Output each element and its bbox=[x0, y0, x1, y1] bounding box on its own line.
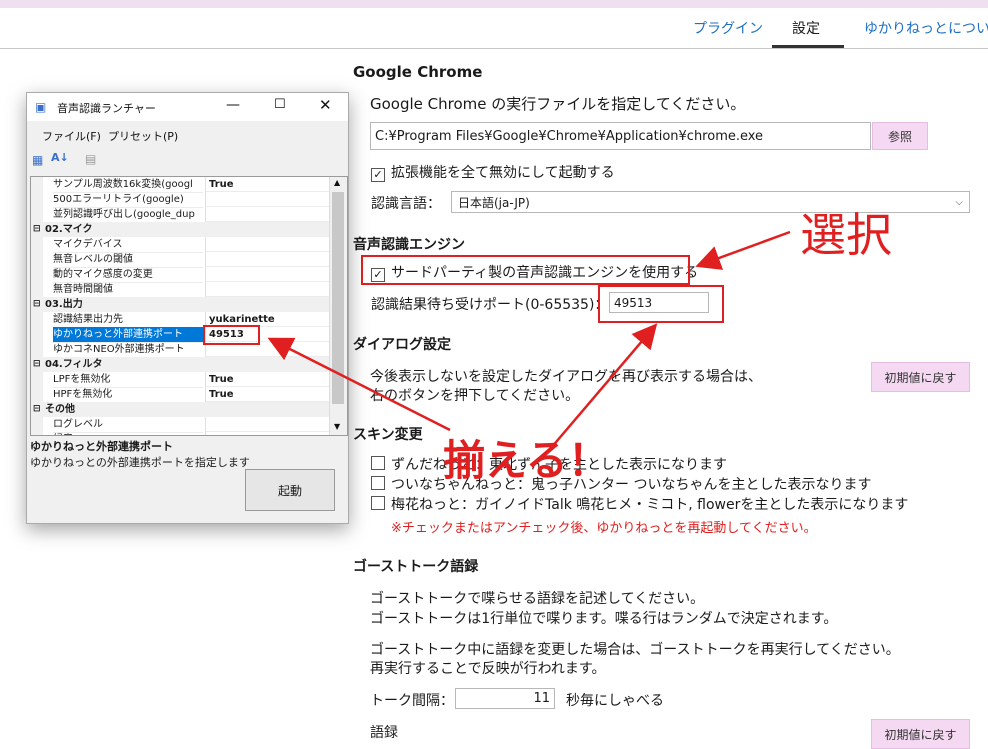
arrow-to-third-party bbox=[695, 230, 791, 270]
arrow-to-grid-port bbox=[267, 337, 451, 432]
annotation-align: 揃える！ bbox=[443, 436, 610, 485]
annotation-arrows bbox=[267, 230, 791, 456]
annotation-select: 選択 bbox=[800, 208, 892, 262]
